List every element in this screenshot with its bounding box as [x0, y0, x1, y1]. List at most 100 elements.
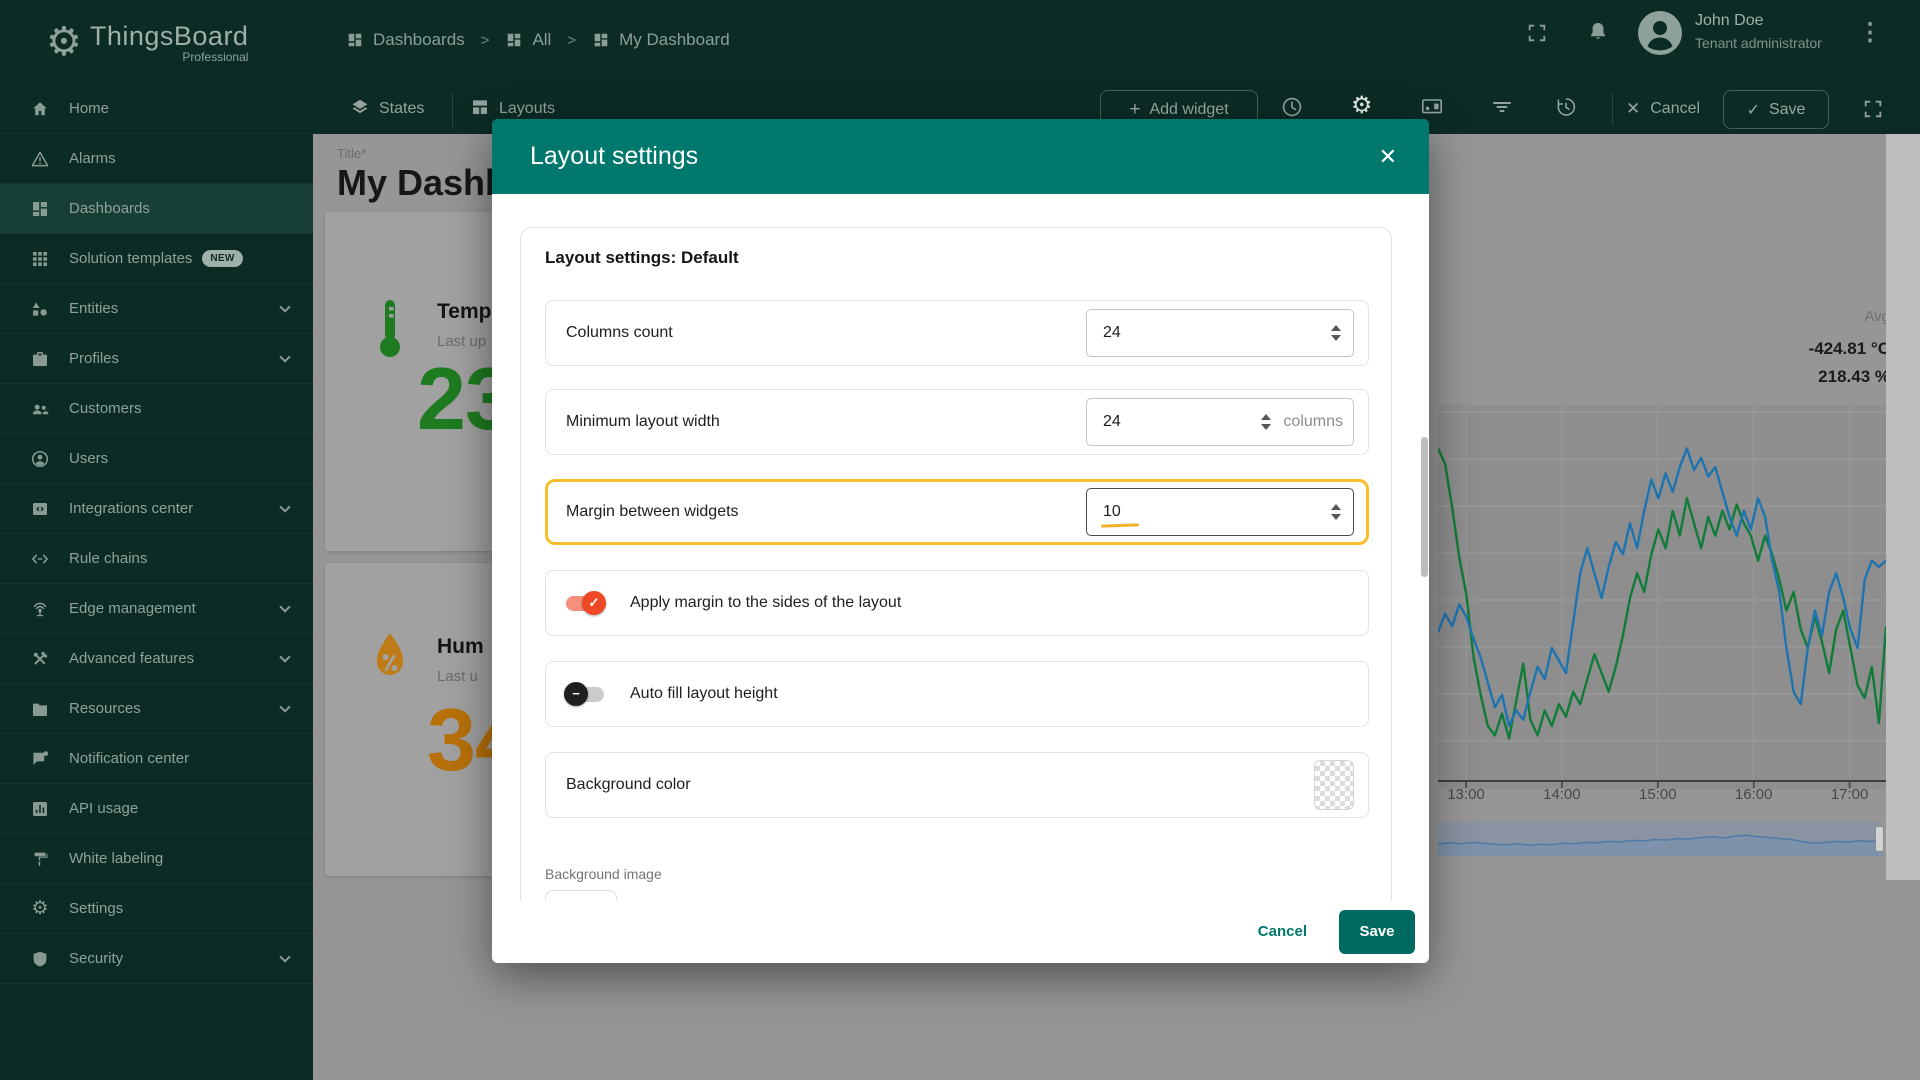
sidebar-item-advanced-features[interactable]: Advanced features [0, 634, 313, 684]
chart-navigator[interactable] [1437, 822, 1884, 856]
layout-icon [470, 97, 490, 122]
filter-icon[interactable] [1490, 95, 1514, 124]
x-tick-label: 15:00 [1639, 786, 1677, 803]
sidebar-item-white-labeling[interactable]: White labeling [0, 834, 313, 884]
save-button[interactable]: Save [1339, 909, 1415, 954]
series-line [1436, 447, 1888, 740]
user-circle-icon [30, 449, 50, 469]
integrations-icon [30, 499, 50, 519]
apply-margin-toggle[interactable]: ✓ [566, 590, 606, 615]
sidebar-item-profiles[interactable]: Profiles [0, 334, 313, 384]
sidebar-item-label: Security [69, 950, 124, 967]
app-edition: Professional [182, 49, 249, 64]
dialog-scrollbar-thumb[interactable] [1421, 437, 1428, 577]
dialog-title: Layout settings [530, 142, 699, 170]
sidebar-item-label: Settings [69, 900, 124, 917]
breadcrumb-item-my-dashboard[interactable]: My Dashboard [592, 30, 730, 50]
avatar[interactable] [1638, 11, 1682, 60]
states-button[interactable]: States [350, 84, 424, 134]
user-info[interactable]: John Doe Tenant administrator [1695, 12, 1822, 51]
dashboard-settings-gear-icon[interactable]: ⚙ [1351, 91, 1373, 120]
plus-icon: + [1129, 99, 1141, 120]
shield-icon [30, 949, 50, 969]
chevron-down-icon [279, 601, 291, 613]
bar-chart-icon [30, 799, 50, 819]
folder-icon [30, 699, 50, 719]
sidebar-item-entities[interactable]: Entities [0, 284, 313, 334]
temperature-avg-value: -424.81 °C [1808, 339, 1890, 358]
columns-count-row: Columns count 24 [545, 300, 1369, 366]
color-swatch-button[interactable] [1314, 760, 1354, 810]
margin-between-widgets-input[interactable]: 10 [1086, 488, 1354, 536]
sidebar-item-alarms[interactable]: Alarms [0, 134, 313, 184]
notification-icon [30, 749, 50, 769]
sidebar-item-integrations-center[interactable]: Integrations center [0, 484, 313, 534]
sidebar-item-notification-center[interactable]: Notification center [0, 734, 313, 784]
close-icon: ✕ [1626, 99, 1641, 118]
sidebar-item-label: Notification center [69, 750, 190, 767]
sidebar-item-label: Profiles [69, 350, 120, 367]
number-stepper[interactable] [1259, 412, 1273, 432]
fullscreen-button[interactable] [1862, 98, 1884, 125]
version-history-icon[interactable] [1554, 95, 1578, 124]
sidebar-item-label: Alarms [69, 150, 116, 167]
cancel-edit-button[interactable]: ✕ Cancel [1626, 84, 1700, 134]
dashboards-icon [346, 31, 364, 49]
timeseries-plot [1436, 405, 1888, 788]
navigator-preview [1437, 834, 1884, 856]
sidebar-item-resources[interactable]: Resources [0, 684, 313, 734]
notifications-bell-icon[interactable] [1586, 20, 1610, 49]
x-tick-label: 14:00 [1543, 786, 1581, 803]
number-stepper[interactable] [1329, 323, 1343, 343]
sidebar-item-label: Customers [69, 400, 142, 417]
title-field-label: Title* [337, 146, 367, 161]
sidebar-item-customers[interactable]: Customers [0, 384, 313, 434]
apply-margin-row: ✓ Apply margin to the sides of the layou… [545, 570, 1369, 636]
sidebar-item-solution-templates[interactable]: Solution templates NEW [0, 234, 313, 284]
sidebar-item-users[interactable]: Users [0, 434, 313, 484]
sidebar-item-api-usage[interactable]: API usage [0, 784, 313, 834]
kebab-menu-icon[interactable]: ⋮ [1858, 18, 1882, 47]
x-tick-label: 13:00 [1447, 786, 1485, 803]
toggle-knob-check-icon: ✓ [582, 590, 606, 615]
navigator-handle[interactable] [1875, 826, 1884, 852]
sidebar-item-label: Solution templates [69, 250, 193, 267]
breadcrumb-item-dashboards[interactable]: Dashboards [346, 30, 465, 50]
chevron-down-icon [279, 301, 291, 313]
sidebar-item-rule-chains[interactable]: Rule chains [0, 534, 313, 584]
background-color-row: Background color [545, 752, 1369, 818]
columns-count-input[interactable]: 24 [1086, 309, 1354, 357]
user-name: John Doe [1695, 12, 1764, 29]
breadcrumb-item-all[interactable]: All [505, 30, 551, 50]
sidebar-item-security[interactable]: Security [0, 934, 313, 984]
sidebar-item-label: Rule chains [69, 550, 148, 567]
layers-icon [350, 97, 370, 122]
min-layout-width-input[interactable]: 24 columns [1086, 398, 1354, 446]
dialog-header: Layout settings ✕ [492, 119, 1429, 194]
cancel-button[interactable]: Cancel [1254, 915, 1311, 948]
droplet-icon [373, 631, 407, 686]
app-logo[interactable]: ⚙ ThingsBoard Professional [0, 0, 313, 84]
sidebar-item-label: Home [69, 100, 110, 117]
rule-chains-icon [30, 549, 50, 569]
close-icon[interactable]: ✕ [1373, 140, 1403, 174]
fullscreen-button[interactable] [1526, 22, 1548, 49]
chevron-down-icon [279, 501, 291, 513]
widget-subtitle: Last u [437, 668, 478, 685]
home-icon [30, 99, 50, 119]
number-stepper[interactable] [1329, 502, 1343, 522]
card-title: Layout settings: Default [545, 248, 739, 267]
sidebar-item-label: White labeling [69, 850, 164, 867]
customers-icon [30, 399, 50, 419]
auto-fill-toggle[interactable]: − [564, 681, 604, 706]
sidebar-item-edge-management[interactable]: Edge management [0, 584, 313, 634]
dashboard-scrollbar-track[interactable] [1886, 134, 1920, 880]
save-dashboard-button[interactable]: ✓ Save [1723, 90, 1829, 129]
sidebar-item-dashboards[interactable]: Dashboards [0, 184, 313, 234]
field-label: Columns count [566, 324, 673, 341]
sidebar-item-settings[interactable]: ⚙ Settings [0, 884, 313, 934]
breadcrumb: Dashboards > All > My Dashboard [346, 30, 730, 50]
toggle-label: Auto fill layout height [630, 685, 778, 702]
sidebar-item-label: Dashboards [69, 200, 150, 217]
sidebar-item-home[interactable]: Home [0, 84, 313, 134]
